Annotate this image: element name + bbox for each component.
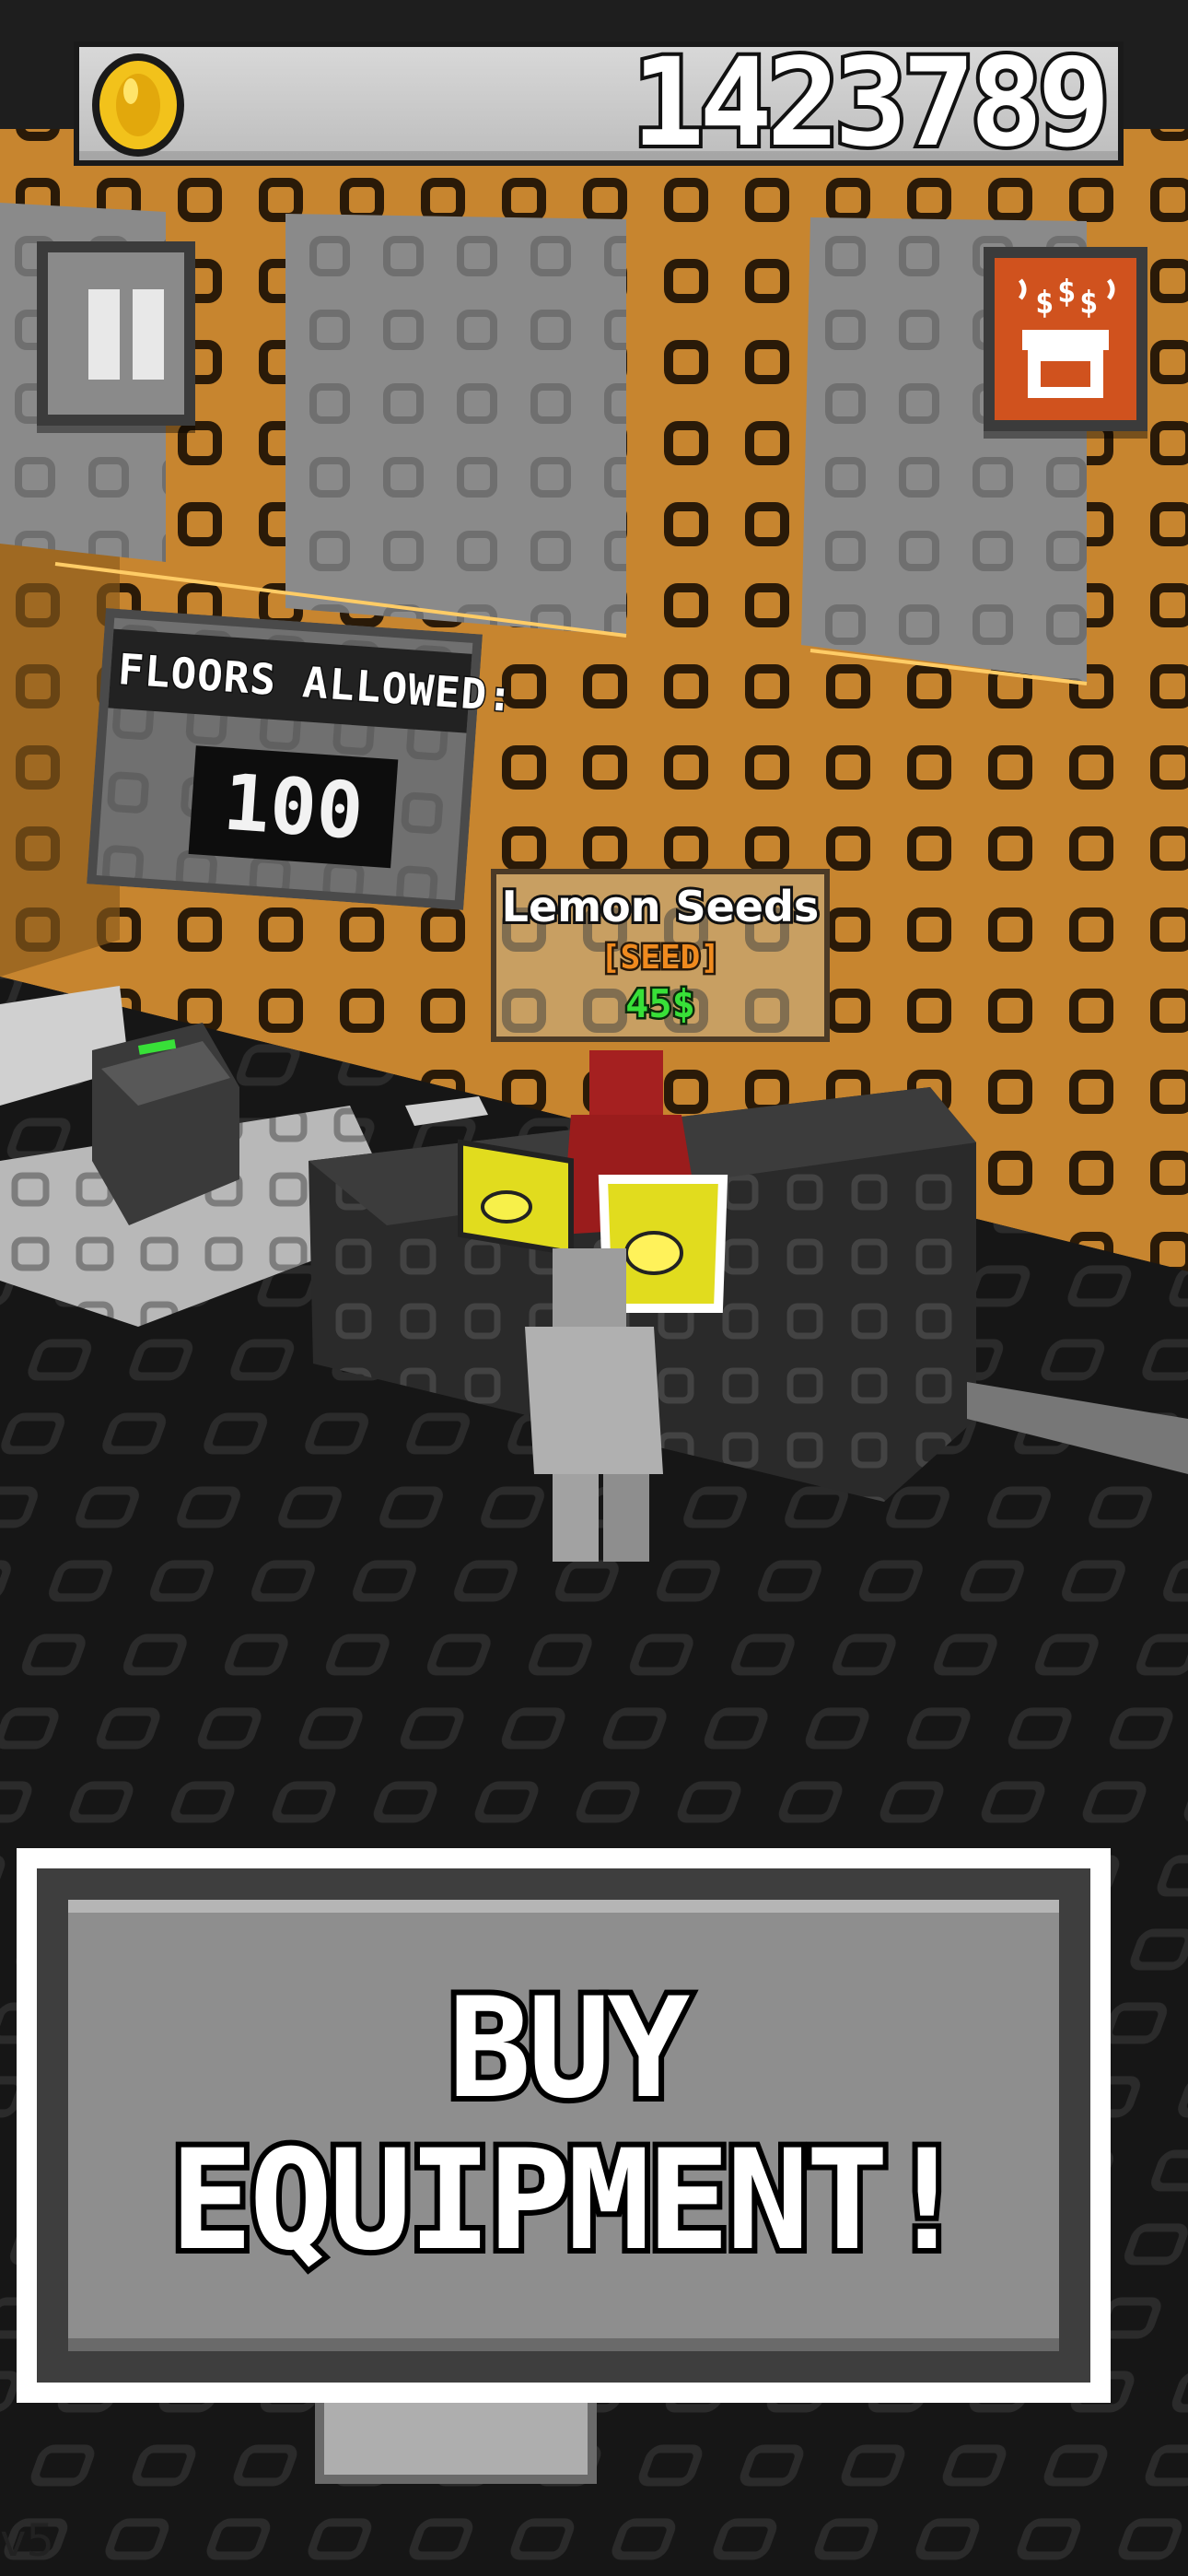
coin-count: 1423789 [628,32,1114,174]
floors-allowed-value: 100 [220,756,367,857]
buy-button-frame: BUY EQUIPMENT! [37,1868,1090,2383]
svg-text:$: $ [1057,274,1076,310]
buy-button-stand [315,2403,597,2484]
gold-coin-icon [85,49,193,161]
svg-text:$: $ [1079,285,1098,322]
version-label: v5 [0,2515,54,2567]
item-price: 45$ [623,979,698,1029]
item-name: Lemon Seeds [499,879,822,934]
coin-counter-bar: 1423789 [74,32,1124,174]
floors-allowed-box: 100 [188,745,399,869]
popcorn-shop-icon: $ $ $ [1018,274,1115,398]
buy-equipment-button[interactable]: BUY EQUIPMENT! [17,1848,1111,2403]
shop-button[interactable]: $ $ $ [984,247,1147,431]
pause-button[interactable] [37,241,195,426]
svg-text:$: $ [1035,285,1054,322]
item-tooltip: Lemon Seeds [SEED] 45$ [491,869,830,1042]
floors-allowed-sign: FLOORS ALLOWED: 100 [87,608,517,910]
buy-button-label: BUY EQUIPMENT! [164,1968,973,2283]
item-type: [SEED] [598,937,722,979]
buy-button-face: BUY EQUIPMENT! [68,1900,1059,2351]
